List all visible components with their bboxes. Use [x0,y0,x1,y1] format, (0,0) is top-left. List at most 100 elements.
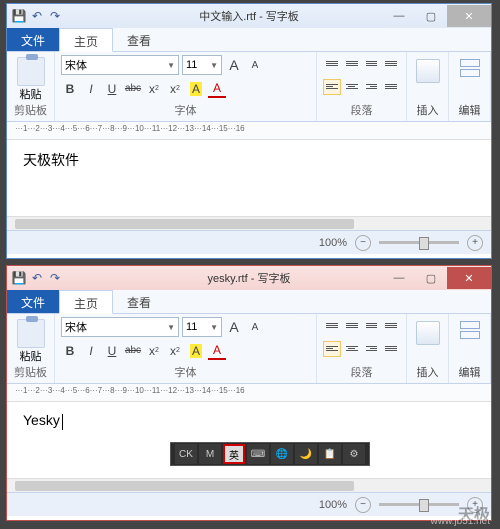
align-left-icon[interactable] [323,79,341,95]
close-button[interactable]: ✕ [447,5,491,27]
underline-button[interactable]: U [103,80,121,98]
horizontal-scrollbar[interactable] [7,216,491,230]
align-center-icon[interactable] [343,341,361,357]
list-icon[interactable] [363,317,381,333]
tab-home[interactable]: 主页 [59,290,113,314]
ime-globe-icon[interactable]: 🌐 [271,444,293,464]
paragraph-dialog-icon[interactable] [382,79,400,95]
insert-icon[interactable] [416,321,440,345]
ime-ck-icon[interactable]: CK [175,444,197,464]
strike-button[interactable]: abc [124,80,142,98]
inc-indent-icon[interactable] [343,55,361,71]
grow-font-icon[interactable]: A [225,56,243,74]
ime-moon-icon[interactable]: 🌙 [295,444,317,464]
save-icon[interactable]: 💾 [11,8,27,24]
underline-button[interactable]: U [103,342,121,360]
font-name-select[interactable]: 宋体▼ [61,55,179,75]
align-right-icon[interactable] [363,79,381,95]
minimize-button[interactable]: — [383,5,415,27]
highlight-button[interactable]: A [187,342,205,360]
minimize-button[interactable]: — [383,267,415,289]
ruler[interactable]: ···1···2···3···4···5···6···7···8···9···1… [7,122,491,140]
paragraph-dialog-icon[interactable] [382,341,400,357]
ime-m-icon[interactable]: M [199,444,221,464]
zoom-out-button[interactable]: − [355,497,371,513]
italic-button[interactable]: I [82,342,100,360]
font-group: 宋体▼ 11▼ A A B I U abc x2 x2 A A 字体 [55,314,317,383]
dec-indent-icon[interactable] [323,317,341,333]
align-right-icon[interactable] [363,341,381,357]
zoom-slider[interactable] [379,503,459,506]
horizontal-scrollbar[interactable] [7,478,491,492]
wordpad-window-2: 💾 ↶ ↷ yesky.rtf - 写字板 — ▢ ✕ 文件 主页 查看 粘贴 … [6,265,492,521]
tab-file[interactable]: 文件 [7,28,59,51]
status-bar: 100% − + [7,492,491,516]
bold-button[interactable]: B [61,342,79,360]
close-button[interactable]: ✕ [447,267,491,289]
tab-view[interactable]: 查看 [113,290,165,313]
status-bar: 100% − + [7,230,491,254]
redo-icon[interactable]: ↷ [47,8,63,24]
superscript-button[interactable]: x2 [166,80,184,98]
tab-view[interactable]: 查看 [113,28,165,51]
align-center-icon[interactable] [343,79,361,95]
strike-button[interactable]: abc [124,342,142,360]
paste-icon[interactable] [17,319,45,348]
shrink-font-icon[interactable]: A [246,318,264,336]
ime-clip-icon[interactable]: 📋 [319,444,341,464]
paste-label: 粘贴 [20,86,42,102]
font-color-button[interactable]: A [208,80,226,98]
document-area[interactable]: 天极软件 [7,140,491,216]
superscript-button[interactable]: x2 [166,342,184,360]
grow-font-icon[interactable]: A [225,318,243,336]
highlight-button[interactable]: A [187,80,205,98]
list-icon[interactable] [363,55,381,71]
tab-home[interactable]: 主页 [59,28,113,52]
titlebar[interactable]: 💾 ↶ ↷ 中文输入.rtf - 写字板 — ▢ ✕ [7,4,491,28]
paragraph-group: 段落 [317,314,407,383]
dec-indent-icon[interactable] [323,55,341,71]
align-left-icon[interactable] [323,341,341,357]
tab-file[interactable]: 文件 [7,290,59,313]
ime-lang-toggle[interactable]: 英 [223,444,245,464]
scroll-thumb[interactable] [15,481,354,491]
group-label: 段落 [323,364,400,380]
ime-language-bar[interactable]: CK M 英 ⌨ 🌐 🌙 📋 ⚙ [170,442,370,466]
undo-icon[interactable]: ↶ [29,8,45,24]
watermark-url: www.jb51.net [431,516,490,527]
zoom-slider[interactable] [379,241,459,244]
ime-keyboard-icon[interactable]: ⌨ [247,444,269,464]
bold-button[interactable]: B [61,80,79,98]
edit-label: 编辑 [459,102,481,118]
edit-icon[interactable] [458,59,482,83]
font-color-button[interactable]: A [208,342,226,360]
redo-icon[interactable]: ↷ [47,270,63,286]
insert-icon[interactable] [416,59,440,83]
titlebar[interactable]: 💾 ↶ ↷ yesky.rtf - 写字板 — ▢ ✕ [7,266,491,290]
font-size-select[interactable]: 11▼ [182,317,222,337]
line-spacing-icon[interactable] [382,317,400,333]
subscript-button[interactable]: x2 [145,80,163,98]
ruler[interactable]: ···1···2···3···4···5···6···7···8···9···1… [7,384,491,402]
edit-icon[interactable] [458,321,482,345]
ime-settings-icon[interactable]: ⚙ [343,444,365,464]
clipboard-group: 粘贴 剪贴板 [7,52,55,121]
italic-button[interactable]: I [82,80,100,98]
font-name-select[interactable]: 宋体▼ [61,317,179,337]
subscript-button[interactable]: x2 [145,342,163,360]
group-label: 字体 [61,364,310,380]
undo-icon[interactable]: ↶ [29,270,45,286]
font-size-select[interactable]: 11▼ [182,55,222,75]
inc-indent-icon[interactable] [343,317,361,333]
maximize-button[interactable]: ▢ [415,267,447,289]
zoom-out-button[interactable]: − [355,235,371,251]
zoom-in-button[interactable]: + [467,235,483,251]
shrink-font-icon[interactable]: A [246,56,264,74]
window-title: 中文输入.rtf - 写字板 [199,8,299,24]
maximize-button[interactable]: ▢ [415,5,447,27]
save-icon[interactable]: 💾 [11,270,27,286]
line-spacing-icon[interactable] [382,55,400,71]
document-area[interactable]: Yesky [7,402,491,478]
scroll-thumb[interactable] [15,219,354,229]
paste-icon[interactable] [17,57,45,86]
